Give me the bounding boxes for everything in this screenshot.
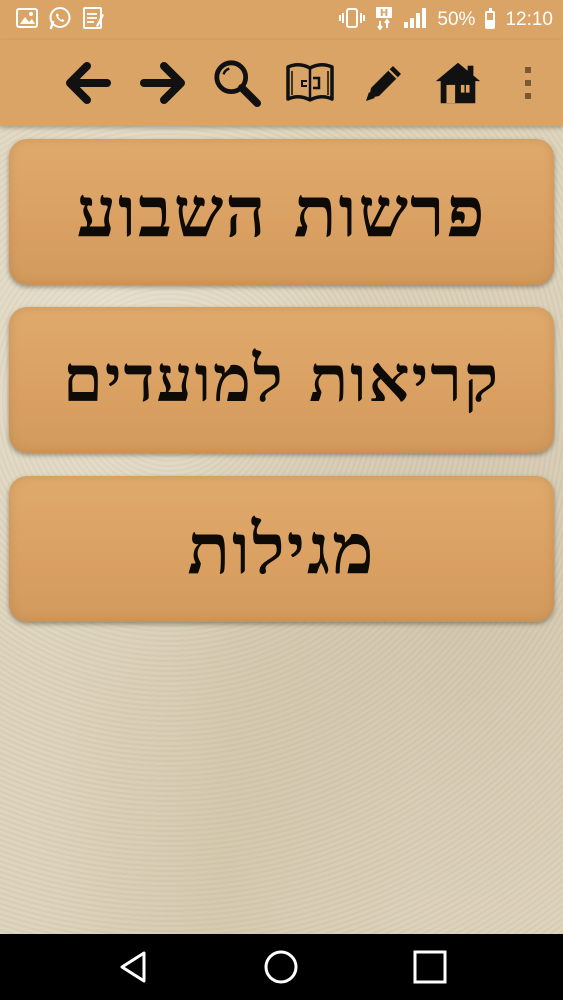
signal-icon: [403, 7, 427, 33]
book-icon: [286, 63, 334, 102]
clock: 12:10: [505, 9, 553, 30]
menu-item-holiday-readings[interactable]: קריאות למועדים: [9, 307, 554, 453]
book-button[interactable]: [285, 58, 335, 108]
triangle-back-icon: [120, 951, 146, 983]
app-toolbar: [0, 40, 563, 126]
back-button[interactable]: [63, 58, 113, 108]
network-badge-text: H: [380, 8, 388, 19]
back-nav-button[interactable]: [110, 943, 158, 991]
mobile-data-icon: H: [375, 6, 393, 34]
arrow-right-icon: [140, 62, 185, 104]
battery-fill: [487, 20, 494, 27]
forward-button[interactable]: [138, 58, 188, 108]
home-button[interactable]: [433, 58, 483, 108]
search-icon: [214, 60, 262, 108]
menu-item-label: פרשות השבוע: [76, 170, 487, 253]
recents-nav-button[interactable]: [406, 943, 454, 991]
system-status: H 50% 12:10: [339, 6, 553, 34]
whatsapp-notification-icon: [48, 6, 72, 34]
home-icon: [435, 62, 481, 104]
circle-home-icon: [264, 950, 298, 984]
battery-icon: [485, 8, 496, 29]
arrow-left-icon: [66, 62, 111, 104]
battery-percent: 50%: [437, 9, 476, 30]
status-bar: H 50% 12:10: [0, 0, 563, 40]
pencil-icon: [366, 66, 401, 101]
edit-button[interactable]: [359, 58, 409, 108]
more-vert-icon: [525, 67, 531, 99]
notes-notification-icon: [82, 6, 104, 34]
vibrate-icon: [339, 8, 366, 32]
menu-item-label: קריאות למועדים: [62, 342, 501, 417]
gallery-notification-icon: [16, 8, 38, 32]
home-nav-button[interactable]: [257, 943, 305, 991]
menu-item-weekly-portions[interactable]: פרשות השבוע: [9, 139, 554, 285]
overflow-menu-button[interactable]: [505, 58, 551, 108]
square-recents-icon: [413, 950, 447, 984]
menu-item-megillot[interactable]: מגילות: [9, 476, 554, 622]
system-nav-bar: [0, 934, 563, 1000]
search-button[interactable]: [212, 58, 262, 108]
notification-icons: [16, 6, 104, 34]
menu-item-label: מגילות: [187, 507, 376, 590]
